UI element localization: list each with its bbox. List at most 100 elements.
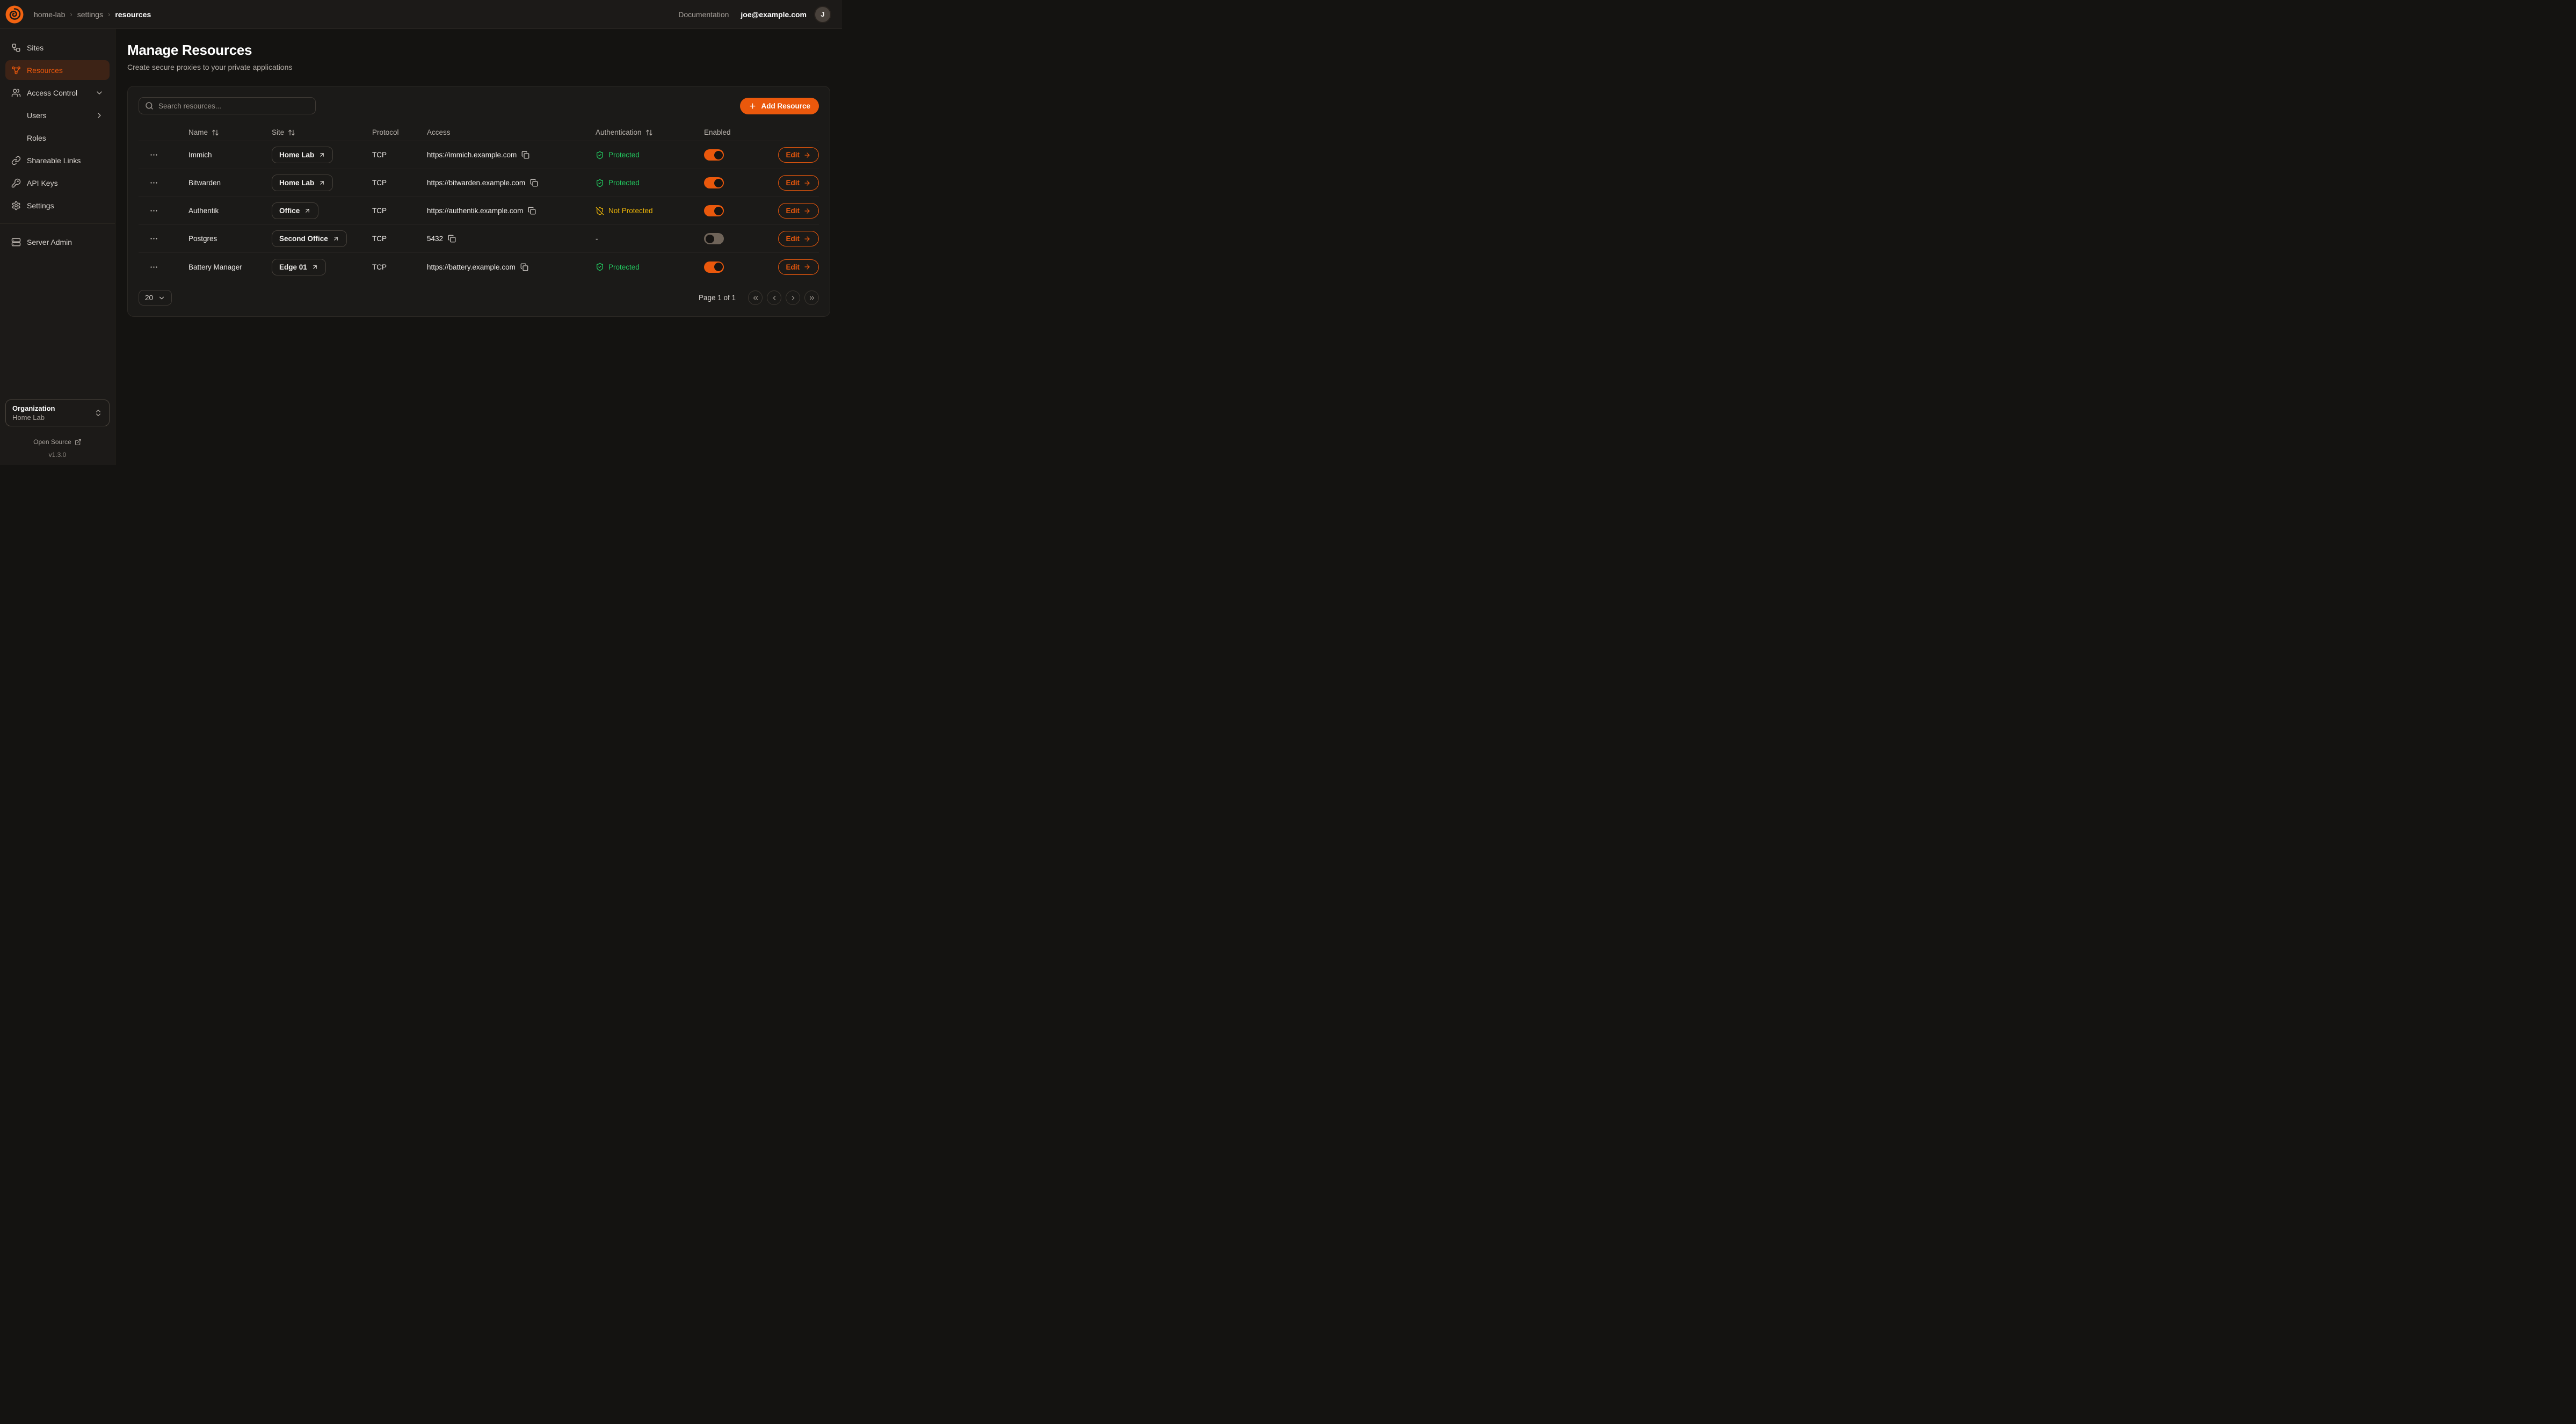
sidebar-item-sites[interactable]: Sites	[5, 38, 110, 57]
enabled-toggle[interactable]	[704, 149, 724, 161]
add-resource-button[interactable]: Add Resource	[740, 98, 819, 114]
card-toolbar: Add Resource	[139, 97, 819, 114]
shield-check-icon	[596, 151, 604, 159]
sidebar-item-shareable-links[interactable]: Shareable Links	[5, 150, 110, 170]
chevrons-up-down-icon	[94, 409, 103, 417]
table-header-row: Name Site Protocol	[139, 124, 819, 141]
search-input[interactable]	[158, 102, 309, 110]
shield-off-icon	[596, 207, 604, 215]
previous-page-button[interactable]	[767, 290, 781, 305]
site-name: Office	[279, 207, 300, 215]
table-row: Bitwarden Home Lab TCP https://bitwarden…	[139, 169, 819, 197]
edit-button[interactable]: Edit	[778, 259, 819, 275]
table-row: Battery Manager Edge 01 TCP https://batt…	[139, 253, 819, 281]
column-header-enabled: Enabled	[704, 128, 777, 136]
resource-name: Authentik	[188, 207, 272, 215]
column-label: Protocol	[372, 128, 399, 136]
resource-access-url: https://bitwarden.example.com	[427, 179, 525, 187]
sidebar-item-roles[interactable]: Roles	[5, 128, 110, 148]
site-link-button[interactable]: Home Lab	[272, 175, 333, 191]
edit-button[interactable]: Edit	[778, 203, 819, 219]
main-content: Manage Resources Create secure proxies t…	[115, 29, 842, 465]
key-icon	[11, 178, 21, 188]
sidebar-bottom: Organization Home Lab Open Source v1.3.0	[5, 399, 110, 459]
first-page-button[interactable]	[748, 290, 763, 305]
arrow-right-icon	[803, 151, 811, 159]
column-label: Authentication	[596, 128, 642, 136]
breadcrumb-separator: ›	[70, 10, 72, 18]
copy-icon[interactable]	[521, 151, 529, 159]
column-label: Access	[427, 128, 451, 136]
sidebar-item-settings[interactable]: Settings	[5, 195, 110, 215]
page-title: Manage Resources	[127, 42, 830, 59]
enabled-toggle[interactable]	[704, 177, 724, 188]
row-menu-button[interactable]	[149, 178, 158, 187]
sidebar-item-api-keys[interactable]: API Keys	[5, 173, 110, 193]
breadcrumb-org[interactable]: home-lab	[34, 10, 65, 19]
edit-label: Edit	[786, 235, 800, 243]
copy-icon[interactable]	[448, 235, 456, 243]
next-page-button[interactable]	[786, 290, 800, 305]
site-link-button[interactable]: Home Lab	[272, 147, 333, 163]
enabled-toggle[interactable]	[704, 261, 724, 273]
edit-label: Edit	[786, 151, 800, 159]
organization-selector[interactable]: Organization Home Lab	[5, 399, 110, 426]
breadcrumb-current-page: resources	[115, 10, 151, 19]
sidebar-divider	[0, 223, 115, 224]
sort-icon	[645, 129, 653, 136]
row-menu-button[interactable]	[149, 234, 158, 243]
resource-name: Battery Manager	[188, 263, 272, 271]
arrow-up-right-icon	[311, 264, 318, 271]
edit-button[interactable]: Edit	[778, 147, 819, 163]
sidebar-nav: Sites Resources Access Control Users	[5, 38, 110, 252]
open-source-link[interactable]: Open Source	[5, 438, 110, 446]
site-link-button[interactable]: Edge 01	[272, 259, 326, 275]
enabled-toggle[interactable]	[704, 205, 724, 216]
site-link-button[interactable]: Second Office	[272, 230, 347, 247]
row-menu-button[interactable]	[149, 263, 158, 272]
resource-access-url: https://immich.example.com	[427, 151, 517, 159]
sidebar-item-server-admin[interactable]: Server Admin	[5, 232, 110, 252]
documentation-link[interactable]: Documentation	[678, 10, 729, 19]
column-header-authentication[interactable]: Authentication	[596, 128, 704, 136]
auth-status-label: Protected	[608, 151, 640, 159]
add-resource-label: Add Resource	[761, 102, 810, 110]
arrow-right-icon	[803, 235, 811, 243]
sidebar-item-users[interactable]: Users	[5, 105, 110, 125]
shield-check-icon	[596, 179, 604, 187]
column-header-access: Access	[427, 128, 596, 136]
resource-protocol: TCP	[372, 207, 427, 215]
search-box	[139, 97, 316, 114]
user-avatar[interactable]: J	[814, 6, 831, 23]
pangolin-logo-icon	[4, 4, 25, 25]
sidebar-item-resources[interactable]: Resources	[5, 60, 110, 80]
resources-card: Add Resource Name Site	[127, 86, 830, 317]
row-menu-button[interactable]	[149, 206, 158, 215]
row-menu-button[interactable]	[149, 150, 158, 159]
arrow-up-right-icon	[318, 179, 325, 186]
column-label: Enabled	[704, 128, 731, 136]
column-header-site[interactable]: Site	[272, 128, 372, 136]
copy-icon[interactable]	[530, 179, 538, 187]
site-name: Home Lab	[279, 151, 314, 159]
copy-icon[interactable]	[528, 207, 536, 215]
page-subtitle: Create secure proxies to your private ap…	[127, 63, 830, 71]
user-email[interactable]: joe@example.com	[741, 10, 807, 19]
table-row: Immich Home Lab TCP https://immich.examp…	[139, 141, 819, 169]
edit-button[interactable]: Edit	[778, 175, 819, 191]
site-link-button[interactable]: Office	[272, 202, 318, 219]
breadcrumb-settings[interactable]: settings	[77, 10, 103, 19]
column-header-name[interactable]: Name	[188, 128, 272, 136]
sidebar-item-label: Server Admin	[27, 238, 72, 246]
arrow-up-right-icon	[304, 207, 311, 214]
copy-icon[interactable]	[520, 263, 528, 271]
auth-status: Protected	[596, 179, 704, 187]
sidebar-item-access-control[interactable]: Access Control	[5, 83, 110, 103]
column-label: Name	[188, 128, 208, 136]
resource-access-url: https://authentik.example.com	[427, 207, 523, 215]
page-size-select[interactable]: 20	[139, 290, 172, 306]
last-page-button[interactable]	[804, 290, 819, 305]
edit-button[interactable]: Edit	[778, 231, 819, 246]
enabled-toggle[interactable]	[704, 233, 724, 244]
organization-value: Home Lab	[12, 413, 55, 422]
